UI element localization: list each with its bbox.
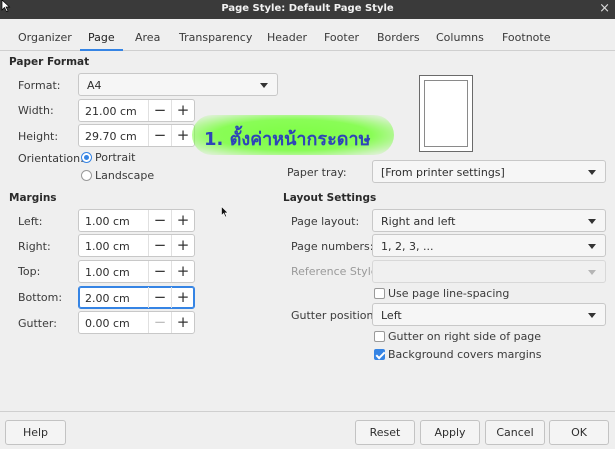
reset-button[interactable]: Reset [355,420,415,445]
page-preview-margins [424,80,468,147]
page-numbers-dropdown[interactable]: 1, 2, 3, ... [372,234,606,257]
bg-covers-margins-label[interactable]: Background covers margins [388,348,541,361]
reference-style-label: Reference Style: [291,265,382,278]
chevron-down-icon [588,244,596,249]
tab-borders[interactable]: Borders [377,31,420,44]
decrement-button[interactable]: − [148,100,171,121]
increment-button[interactable]: + [171,100,194,121]
paper-format-heading: Paper Format [9,56,90,68]
gutter-position-value: Left [381,309,402,322]
margin-top-value: 1.00 cm [85,266,130,279]
chevron-down-icon [260,83,268,88]
height-value: 29.70 cm [85,130,137,143]
decrement-button: − [148,312,171,333]
tab-transparency[interactable]: Transparency [179,31,252,44]
tab-footer[interactable]: Footer [324,31,359,44]
margins-heading: Margins [9,192,57,204]
bg-covers-margins-checkbox[interactable] [374,349,385,360]
paper-tray-dropdown[interactable]: [From printer settings] [372,160,606,183]
use-line-spacing-label[interactable]: Use page line-spacing [388,287,509,300]
height-spinner[interactable]: 29.70 cm − + [78,124,195,147]
gutter-spinner[interactable]: 0.00 cm − + [78,311,195,334]
use-line-spacing-checkbox[interactable] [374,288,385,299]
orientation-label: Orientation: [18,152,84,165]
gutter-position-dropdown[interactable]: Left [372,303,606,326]
width-spinner[interactable]: 21.00 cm − + [78,99,195,122]
margin-left-label: Left: [18,215,43,228]
ok-button[interactable]: OK [549,420,609,445]
chevron-down-icon [588,170,596,175]
landscape-radio[interactable] [81,170,92,181]
window-title: Page Style: Default Page Style [221,3,394,14]
format-dropdown[interactable]: A4 [78,73,278,96]
reference-style-dropdown [372,260,606,283]
tab-columns[interactable]: Columns [436,31,484,44]
page-numbers-value: 1, 2, 3, ... [381,240,434,253]
decrement-button[interactable]: − [148,261,171,282]
tab-bar: Organizer Page Area Transparency Header … [0,19,615,51]
help-button[interactable]: Help [5,420,66,445]
tab-area[interactable]: Area [135,31,160,44]
chevron-down-icon [588,313,596,318]
increment-button[interactable]: + [171,312,194,333]
margin-top-label: Top: [18,265,41,278]
gutter-right-label[interactable]: Gutter on right side of page [388,330,541,343]
margin-left-value: 1.00 cm [85,215,130,228]
layout-settings-heading: Layout Settings [283,192,377,204]
margin-right-spinner[interactable]: 1.00 cm − + [78,234,195,257]
margin-right-value: 1.00 cm [85,240,130,253]
increment-button[interactable]: + [171,287,194,308]
apply-button[interactable]: Apply [420,420,480,445]
tab-organizer[interactable]: Organizer [18,31,72,44]
height-label: Height: [18,130,59,143]
increment-button[interactable]: + [171,210,194,231]
gutter-label: Gutter: [18,317,57,330]
page-layout-value: Right and left [381,215,456,228]
landscape-label[interactable]: Landscape [95,169,154,182]
tab-footnote[interactable]: Footnote [502,31,551,44]
portrait-radio[interactable] [81,152,92,163]
decrement-button[interactable]: − [148,125,171,146]
margin-bottom-label: Bottom: [18,291,63,304]
cancel-button[interactable]: Cancel [485,420,545,445]
decrement-button[interactable]: − [148,210,171,231]
paper-tray-value: [From printer settings] [381,166,505,179]
chevron-down-icon [588,219,596,224]
button-bar: Help Reset Apply Cancel OK [0,411,615,449]
page-preview [419,75,473,152]
increment-button[interactable]: + [171,125,194,146]
margin-bottom-spinner[interactable]: 2.00 cm − + [78,286,195,309]
width-value: 21.00 cm [85,105,137,118]
title-bar: Page Style: Default Page Style × [0,0,615,19]
page-layout-label: Page layout: [291,215,360,228]
chevron-down-icon [588,270,596,275]
increment-button[interactable]: + [171,235,194,256]
tab-page[interactable]: Page [80,31,123,51]
close-icon[interactable]: × [599,1,610,16]
decrement-button[interactable]: − [148,235,171,256]
gutter-position-label: Gutter position: [291,309,378,322]
format-label: Format: [18,79,61,92]
margin-left-spinner[interactable]: 1.00 cm − + [78,209,195,232]
gutter-value: 0.00 cm [85,317,130,330]
margin-bottom-value: 2.00 cm [85,292,130,305]
increment-button[interactable]: + [171,261,194,282]
decrement-button[interactable]: − [148,287,171,308]
margin-right-label: Right: [18,240,51,253]
tab-header[interactable]: Header [267,31,307,44]
page-layout-dropdown[interactable]: Right and left [372,209,606,232]
page-numbers-label: Page numbers: [291,240,374,253]
mouse-cursor-icon [221,206,229,218]
gutter-right-checkbox[interactable] [374,331,385,342]
portrait-label[interactable]: Portrait [95,151,135,164]
annotation-text: 1. ตั้งค่าหน้ากระดาษ [204,129,371,150]
format-value: A4 [87,79,102,92]
width-label: Width: [18,104,54,117]
margin-top-spinner[interactable]: 1.00 cm − + [78,260,195,283]
annotation-highlight: 1. ตั้งค่าหน้ากระดาษ [192,115,394,155]
paper-tray-label: Paper tray: [287,166,347,179]
